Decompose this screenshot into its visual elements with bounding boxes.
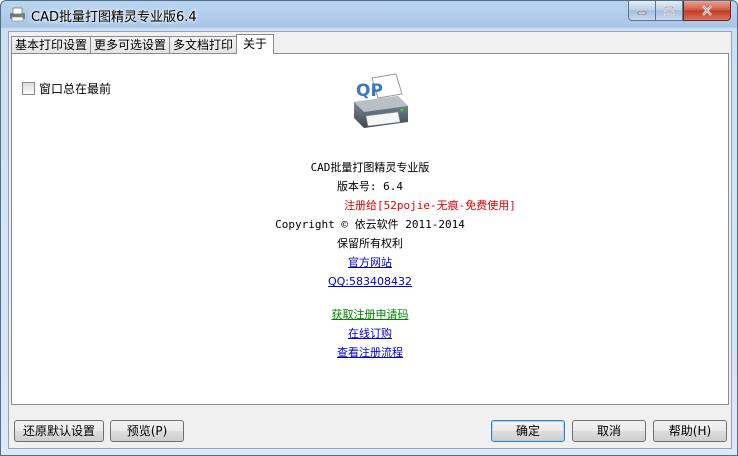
tab-multi-document-print[interactable]: 多文档打印 — [169, 36, 238, 54]
tab-strip: 基本打印设置 更多可选设置 多文档打印 关于 — [11, 34, 275, 54]
copyright-text: Copyright © 依云软件 2011-2014 — [275, 218, 465, 231]
about-info: CAD批量打图精灵专业版 版本号: 6.4 注册给[52pojie-无痕-免费使… — [12, 158, 728, 362]
minimize-icon — [637, 11, 647, 14]
always-on-top-label: 窗口总在最前 — [39, 82, 112, 96]
always-on-top-checkbox[interactable] — [22, 82, 35, 95]
ok-button[interactable]: 确定 — [491, 420, 565, 442]
registered-to: 注册给[52pojie-无痕-免费使用] — [344, 199, 516, 212]
window-title: CAD批量打图精灵专业版6.4 — [31, 10, 197, 25]
close-button[interactable] — [683, 1, 731, 21]
version-label: 版本号: 6.4 — [336, 180, 404, 193]
maximize-icon — [664, 6, 674, 15]
printer-app-icon — [10, 7, 25, 22]
tab-about[interactable]: 关于 — [236, 34, 275, 54]
caption-buttons — [628, 1, 731, 21]
printer-logo-icon: QP — [354, 73, 408, 128]
qq-link[interactable]: QQ:583408432 — [328, 275, 412, 288]
tab-basic-print-settings[interactable]: 基本打印设置 — [11, 36, 92, 54]
official-site-link[interactable]: 官方网站 — [348, 256, 392, 269]
view-registration-process-link[interactable]: 查看注册流程 — [337, 346, 403, 359]
maximize-button[interactable] — [655, 1, 683, 21]
tab-more-options[interactable]: 更多可选设置 — [90, 36, 171, 54]
rights-text: 保留所有权利 — [337, 237, 403, 250]
cancel-button[interactable]: 取消 — [572, 420, 646, 442]
get-registration-code-link[interactable]: 获取注册申请码 — [332, 308, 409, 321]
title-bar[interactable]: CAD批量打图精灵专业版6.4 — [1, 1, 737, 29]
restore-defaults-button[interactable]: 还原默认设置 — [14, 420, 104, 442]
order-online-link[interactable]: 在线订购 — [348, 327, 392, 340]
about-panel: 窗口总在最前 QP CAD批量打图精灵专业版 版本号: 6.4 注册给[52po… — [11, 53, 729, 405]
preview-button[interactable]: 预览(P) — [110, 420, 184, 442]
help-button[interactable]: 帮助(H) — [653, 420, 727, 442]
minimize-button[interactable] — [628, 1, 655, 21]
client-area: 基本打印设置 更多可选设置 多文档打印 关于 窗口总在最前 QP CAD批量打图… — [8, 31, 732, 449]
always-on-top-option[interactable]: 窗口总在最前 — [22, 80, 111, 97]
product-name: CAD批量打图精灵专业版 — [310, 161, 430, 174]
close-icon — [702, 5, 712, 16]
logo-text: QP — [356, 81, 383, 101]
app-window: CAD批量打图精灵专业版6.4 基本打印设置 更多可选设置 多文档打印 关于 窗… — [0, 0, 738, 456]
